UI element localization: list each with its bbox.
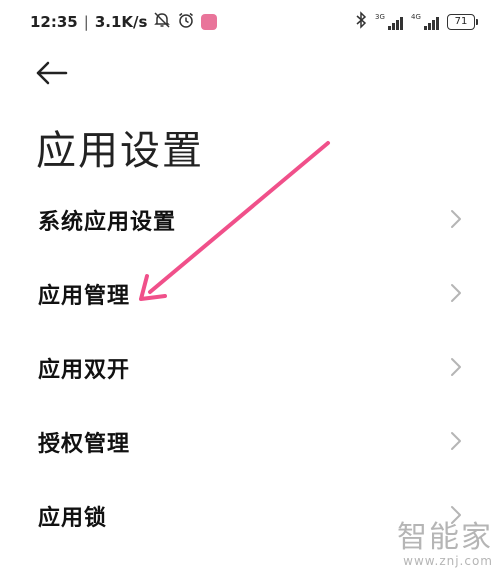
watermark: 智能家 www.znj.com: [397, 520, 493, 569]
bluetooth-icon: [355, 11, 367, 33]
settings-item-permissions[interactable]: 授权管理: [0, 404, 499, 478]
signal-4g-icon: 4G: [411, 13, 439, 31]
network-type-label: 3G: [375, 13, 385, 21]
signal-3g-icon: 3G: [375, 13, 403, 31]
status-right: 3G 4G 71: [355, 10, 478, 34]
watermark-url: www.znj.com: [403, 554, 493, 568]
settings-item-label: 系统应用设置: [38, 210, 177, 235]
battery-level: 71: [454, 16, 468, 27]
settings-item-label: 授权管理: [38, 432, 131, 457]
chevron-right-icon: [451, 358, 461, 376]
alarm-icon: [177, 11, 195, 33]
settings-item-system-app[interactable]: 系统应用设置: [0, 182, 499, 256]
chevron-right-icon: [451, 432, 461, 450]
settings-item-label: 应用锁: [38, 506, 108, 531]
settings-item-label: 应用管理: [38, 284, 131, 309]
network-type-label: 4G: [411, 13, 421, 21]
watermark-main: 智能家: [397, 520, 493, 555]
status-time: 12:35: [30, 13, 78, 31]
status-separator: |: [83, 13, 89, 31]
status-left: 12:35 | 3.1K/s: [30, 10, 218, 34]
chevron-right-icon: [451, 284, 461, 302]
status-speed: 3.1K/s: [94, 13, 148, 31]
chevron-right-icon: [451, 210, 461, 228]
status-bar: 12:35 | 3.1K/s 3G 4G 71: [0, 0, 499, 44]
settings-item-dual-apps[interactable]: 应用双开: [0, 330, 499, 404]
app-notification-icon: [201, 14, 218, 30]
back-arrow-icon: [36, 61, 68, 85]
mute-icon: [153, 11, 171, 33]
battery-icon: 71: [447, 14, 478, 30]
settings-item-label: 应用双开: [38, 358, 131, 383]
page-title: 应用设置: [36, 128, 204, 174]
back-button[interactable]: [34, 58, 74, 88]
settings-item-app-management[interactable]: 应用管理: [0, 256, 499, 330]
